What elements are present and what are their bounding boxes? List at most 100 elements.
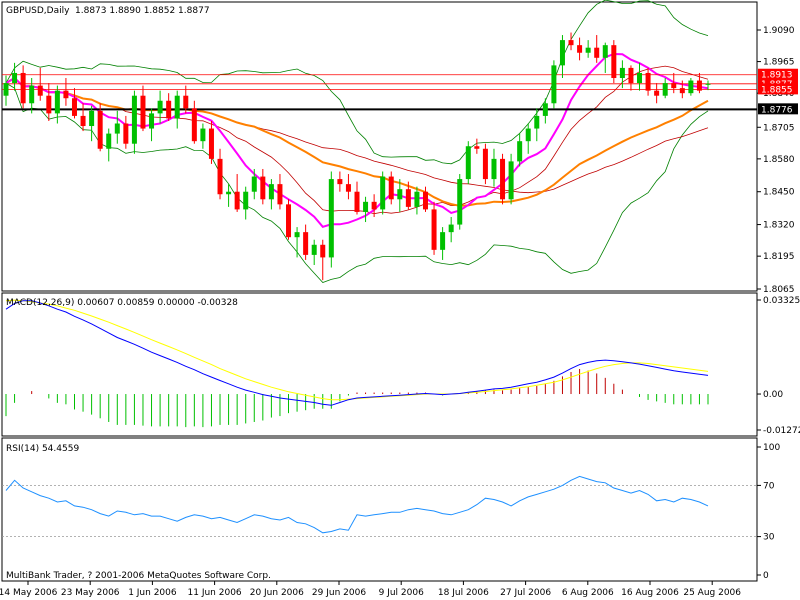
candle-body xyxy=(542,103,548,116)
candle-body xyxy=(183,95,189,109)
candle-body xyxy=(29,85,35,104)
candle-body xyxy=(568,40,574,46)
candle-body xyxy=(251,176,257,192)
price-tick-label: 1.8065 xyxy=(763,285,795,295)
candle-body xyxy=(654,90,660,96)
candle-body xyxy=(637,72,643,84)
date-tick-label: 11 Jun 2006 xyxy=(188,588,242,598)
date-tick-label: 29 Jun 2006 xyxy=(312,588,366,598)
macd-tick-label: 0.03325 xyxy=(763,296,800,306)
trading-chart[interactable]: 1.90901.89651.88401.87051.85801.84501.83… xyxy=(0,0,800,600)
candle-body xyxy=(131,95,137,144)
date-tick-label: 25 Aug 2006 xyxy=(683,588,741,598)
price-tag-label: 1.8855 xyxy=(761,85,793,95)
date-tick-label: 9 Jul 2006 xyxy=(379,588,424,598)
candle-body xyxy=(286,204,292,238)
candle-body xyxy=(89,110,95,127)
candle-body xyxy=(594,47,600,58)
candle-body xyxy=(611,45,617,79)
candle-body xyxy=(397,189,403,200)
date-tick-label: 14 May 2006 xyxy=(0,588,58,598)
candle-body xyxy=(405,189,411,207)
candle-body xyxy=(414,191,420,207)
macd-tick-label: -0.01272 xyxy=(763,426,800,436)
candle-body xyxy=(140,95,146,129)
candle-body xyxy=(260,176,266,200)
candle-body xyxy=(149,113,155,129)
price-tick-label: 1.8320 xyxy=(763,221,795,231)
candle-body xyxy=(482,148,488,180)
ohlc-readout: 1.8873 1.8890 1.8852 1.8877 xyxy=(75,6,210,16)
candle-body xyxy=(525,128,531,142)
candle-body xyxy=(577,45,583,53)
candle-body xyxy=(388,176,394,200)
candle-body xyxy=(628,67,634,84)
rsi-title: RSI(14) 54.4559 xyxy=(6,444,79,454)
candle-body xyxy=(431,209,437,250)
candle-body xyxy=(679,88,685,94)
candle-body xyxy=(354,191,360,212)
candle-body xyxy=(671,83,677,89)
rsi-tick-label: 100 xyxy=(763,443,780,453)
candle-body xyxy=(534,115,540,129)
candle-body xyxy=(337,179,343,185)
candle-body xyxy=(422,191,428,210)
candle-body xyxy=(602,45,608,58)
candle-body xyxy=(226,191,232,195)
macd-title: MACD(12,26,9) 0.00607 0.00859 0.00000 -0… xyxy=(6,298,238,308)
candle-body xyxy=(268,184,274,200)
candle-body xyxy=(551,65,557,104)
candle-body xyxy=(123,123,129,144)
candle-body xyxy=(277,184,283,205)
candle-body xyxy=(688,80,694,94)
symbol-label: GBPUSD,Daily xyxy=(6,6,70,16)
candle-body xyxy=(517,141,523,162)
candle-body xyxy=(363,201,369,212)
candle-body xyxy=(500,158,506,200)
macd-tick-label: 0.00 xyxy=(763,390,783,400)
date-tick-label: 23 May 2006 xyxy=(61,588,120,598)
rsi-tick-label: 0 xyxy=(763,571,769,581)
rsi-tick-label: 30 xyxy=(763,533,775,543)
candle-body xyxy=(465,146,471,180)
date-tick-label: 20 Jun 2006 xyxy=(250,588,304,598)
date-tick-label: 1 Jun 2006 xyxy=(128,588,177,598)
date-tick-label: 27 Jul 2006 xyxy=(500,588,551,598)
candle-body xyxy=(80,115,86,127)
candle-body xyxy=(303,232,309,255)
candle-body xyxy=(191,108,197,142)
candle-body xyxy=(200,128,206,142)
price-tag-label: 1.8776 xyxy=(761,105,793,115)
price-tick-label: 1.8450 xyxy=(763,188,795,198)
candle-body xyxy=(46,95,52,114)
candle-body xyxy=(457,179,463,225)
candle-body xyxy=(3,83,9,96)
candle-body xyxy=(440,232,446,250)
candle-body xyxy=(619,67,625,79)
candle-body xyxy=(491,158,497,180)
candle-body xyxy=(97,110,103,149)
price-tick-label: 1.8705 xyxy=(763,123,795,133)
candle-body xyxy=(380,176,386,210)
price-tick-label: 1.8965 xyxy=(763,58,795,68)
candle-body xyxy=(106,133,112,149)
candle-body xyxy=(54,90,60,114)
candle-body xyxy=(71,98,77,116)
candle-body xyxy=(12,72,18,84)
date-tick-label: 18 Jul 2006 xyxy=(438,588,489,598)
date-tick-label: 16 Aug 2006 xyxy=(621,588,679,598)
candle-body xyxy=(174,95,180,119)
candle-body xyxy=(320,244,326,258)
price-tick-label: 1.8580 xyxy=(763,155,795,165)
candle-body xyxy=(662,83,668,96)
candle-body xyxy=(559,40,565,66)
date-tick-label: 6 Aug 2006 xyxy=(562,588,614,598)
candle-body xyxy=(371,201,377,210)
candle-body xyxy=(311,244,317,255)
candle-body xyxy=(37,85,43,96)
candle-body xyxy=(157,100,163,114)
candle-body xyxy=(696,80,702,91)
candle-body xyxy=(328,179,334,258)
price-tick-label: 1.9090 xyxy=(763,26,795,36)
candle-body xyxy=(645,72,651,91)
